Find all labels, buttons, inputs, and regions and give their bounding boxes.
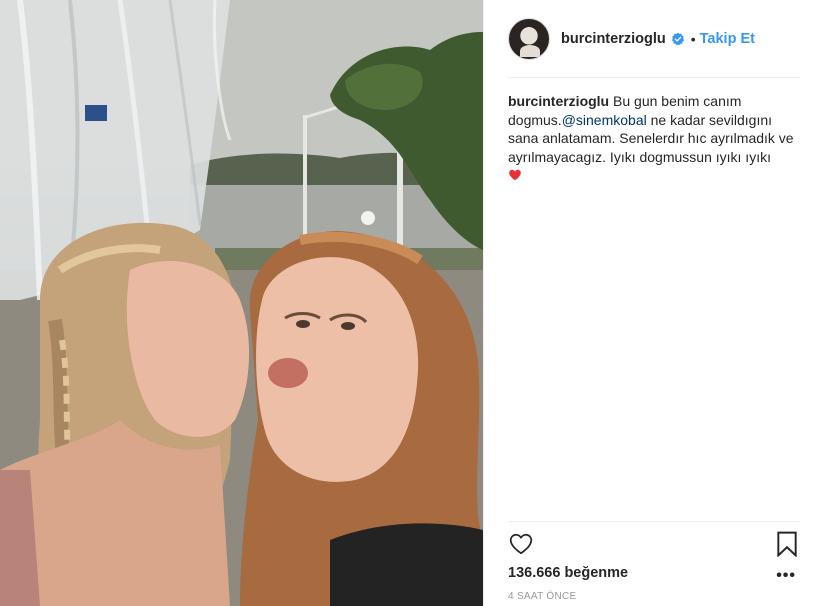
heart-outline-icon[interactable] — [508, 531, 534, 557]
post-side-panel: burcinterzioglu • Takip Et burcinterziog… — [483, 0, 820, 606]
bookmark-icon[interactable] — [776, 531, 798, 557]
post-photo[interactable] — [0, 0, 483, 606]
post-caption: burcinterzioglu Bu gun benim canım dogmu… — [508, 92, 803, 185]
post-actions-bar — [508, 531, 800, 559]
actions-divider — [508, 521, 800, 522]
avatar[interactable] — [508, 18, 550, 60]
header-username[interactable]: burcinterzioglu — [561, 31, 666, 47]
more-options-icon[interactable]: ••• — [776, 568, 796, 584]
red-heart-emoji-icon — [509, 169, 521, 181]
caption-username[interactable]: burcinterzioglu — [508, 93, 609, 109]
photo-illustration — [0, 0, 483, 606]
verified-badge-icon — [671, 32, 684, 46]
post-timestamp[interactable]: 4 SAAT ÖNCE — [508, 591, 577, 602]
header-separator: • — [690, 31, 696, 47]
caption-mention-link[interactable]: @sinemkobal — [562, 112, 647, 128]
post-header: burcinterzioglu • Takip Et — [508, 17, 800, 61]
likes-count[interactable]: 136.666 beğenme — [508, 565, 628, 581]
follow-button[interactable]: Takip Et — [700, 31, 755, 47]
header-divider — [508, 77, 800, 78]
